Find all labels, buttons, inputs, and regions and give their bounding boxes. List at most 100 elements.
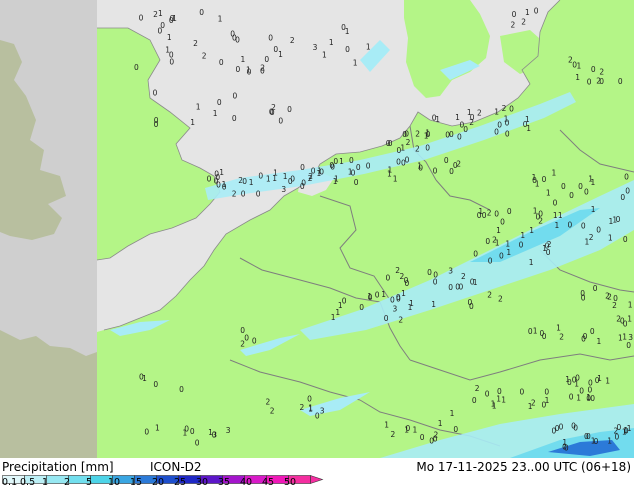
precip-value-label: 0 <box>505 129 510 138</box>
precip-value-label: 1 <box>413 426 418 435</box>
precip-value-label: 0 <box>179 385 184 394</box>
precip-value-label: 0 <box>236 65 241 74</box>
precip-value-label: 0 <box>569 392 574 401</box>
precip-value-label: 0 <box>494 209 499 218</box>
precip-value-label: 1 <box>607 437 612 446</box>
precip-value-label: 2 <box>415 144 420 153</box>
precip-value-label: 0 <box>349 156 354 165</box>
precip-value-label: 0 <box>534 7 539 16</box>
precip-value-label: 2 <box>607 293 612 302</box>
precip-value-label: 0 <box>584 187 589 196</box>
precip-value-label: 0 <box>315 412 320 421</box>
precip-value-label: 0 <box>482 211 487 220</box>
precip-value-label: 1 <box>562 438 567 447</box>
precip-value-label: 0 <box>569 191 574 200</box>
precip-value-label: 0 <box>397 146 402 155</box>
chart-title: Precipitation [mm] <box>2 460 114 474</box>
precip-value-label: 1 <box>218 14 223 23</box>
precip-value-label: 0 <box>542 400 547 409</box>
precip-value-label: 2 <box>266 397 271 406</box>
precip-value-label: 0 <box>542 175 547 184</box>
precip-value-label: 3 <box>393 305 398 314</box>
precip-value-label: 1 <box>283 172 288 181</box>
precip-value-label: 1 <box>494 108 499 117</box>
precip-value-label: 0 <box>485 237 490 246</box>
precip-value-label: 0 <box>626 341 631 350</box>
precip-value-label: 0 <box>264 55 269 64</box>
precip-value-label: 0 <box>240 326 245 335</box>
precip-value-label: 0 <box>278 116 283 125</box>
precip-value-label: 0 <box>195 438 200 447</box>
model-name: ICON-D2 <box>150 460 202 474</box>
precip-value-label: 0 <box>212 431 217 440</box>
precip-value-label: 0 <box>542 332 547 341</box>
precip-value-label: 0 <box>384 314 389 323</box>
precip-value-label: 1 <box>555 221 560 230</box>
precip-value-label: 0 <box>449 130 454 139</box>
precip-value-label: 1 <box>628 300 633 309</box>
precip-value-label: 1 <box>496 226 501 235</box>
precip-value-label: 0 <box>507 207 512 216</box>
scale-tick-label: 0.5 <box>20 477 36 488</box>
precip-value-label: 0 <box>497 121 502 130</box>
precip-value-label: 2 <box>415 130 420 139</box>
precip-value-label: 2 <box>511 21 516 30</box>
precip-value-label: 1 <box>438 419 443 428</box>
precip-value-label: 2 <box>521 17 526 26</box>
precip-value-label: 0 <box>134 63 139 72</box>
precip-value-label: 3 <box>226 426 231 435</box>
precip-value-label: 0 <box>500 218 505 227</box>
precip-value-label: 0 <box>470 113 475 122</box>
footer-bar: Precipitation [mm] ICON-D2 Mo 17-11-2025… <box>0 458 634 490</box>
precip-value-label: 0 <box>453 425 458 434</box>
precip-value-label: 1 <box>404 426 409 435</box>
precip-value-label: 0 <box>273 45 278 54</box>
precip-value-label: 1 <box>333 177 338 186</box>
precip-value-label: 2 <box>193 39 198 48</box>
precip-value-label: 0 <box>571 421 576 430</box>
precip-value-label: 1 <box>308 403 313 412</box>
precip-value-label: 3 <box>313 43 318 52</box>
precip-value-label: 0 <box>217 98 222 107</box>
precip-value-label: 3 <box>281 185 286 194</box>
scale-tick-label: 30 <box>196 477 209 488</box>
precip-value-label: 1 <box>618 333 623 342</box>
precip-value-label: 1 <box>219 168 224 177</box>
precip-value-label: 1 <box>528 402 533 411</box>
precip-value-label: 1 <box>183 428 188 437</box>
scale-tick-label: 25 <box>174 477 187 488</box>
color-scale <box>2 475 324 484</box>
precip-value-label: 0 <box>432 113 437 122</box>
precip-value-label: 0 <box>235 36 240 45</box>
scale-tick-label: 10 <box>108 477 121 488</box>
precip-value-label: 0 <box>555 424 560 433</box>
precip-value-label: 2 <box>400 272 405 281</box>
precip-value-label: 1 <box>525 8 530 17</box>
precip-value-label: 3 <box>628 333 633 342</box>
precip-value-label: 0 <box>425 143 430 152</box>
precip-value-label: 0 <box>520 388 525 397</box>
precip-value-label: 2 <box>616 314 621 323</box>
precip-value-label: 0 <box>580 289 585 298</box>
precip-value-label: 2 <box>271 103 276 112</box>
precip-value-label: 1 <box>381 290 386 299</box>
precip-value-label: 0 <box>595 376 600 385</box>
precip-value-label: 0 <box>613 294 618 303</box>
precip-value-label: 2 <box>559 333 564 342</box>
precip-value-label: 1 <box>612 215 617 224</box>
precip-value-label: 1 <box>190 118 195 127</box>
precip-value-label: 0 <box>252 336 257 345</box>
precip-value-label: 0 <box>153 89 158 98</box>
precip-value-label: 0 <box>144 428 149 437</box>
precip-value-label: 0 <box>448 283 453 292</box>
precip-value-label: 0 <box>457 132 462 141</box>
precipitation-map: 0012010111002000021301200010110100001021… <box>0 0 634 458</box>
precip-value-label: 0 <box>624 173 629 182</box>
precip-value-label: 1 <box>608 233 613 242</box>
precip-value-label: 1 <box>322 50 327 59</box>
precip-value-label: 0 <box>405 156 410 165</box>
precip-value-label: 0 <box>488 257 493 266</box>
precip-value-label: 2 <box>538 217 543 226</box>
precip-value-label: 0 <box>354 178 359 187</box>
precip-value-label: 1 <box>526 124 531 133</box>
